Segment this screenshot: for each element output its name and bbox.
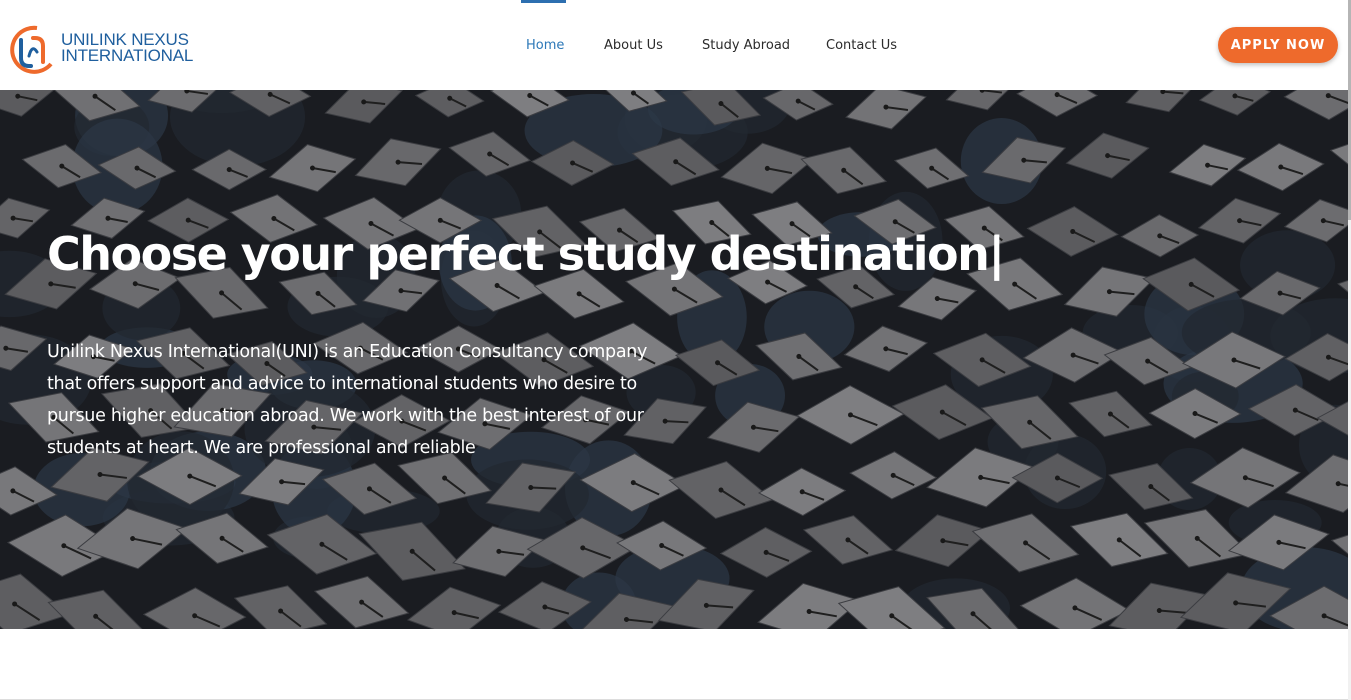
logo-text: UNILINK NEXUS INTERNATIONAL bbox=[61, 31, 194, 65]
hero-section: Choose your perfect study destination| U… bbox=[0, 90, 1348, 629]
nav-item-about-us[interactable]: About Us bbox=[604, 38, 663, 53]
nav-item-study-abroad[interactable]: Study Abroad bbox=[702, 38, 790, 53]
hero-title: Choose your perfect study destination| bbox=[47, 226, 1005, 281]
nav-item-contact-us[interactable]: Contact Us bbox=[826, 38, 897, 53]
logo[interactable]: UNILINK NEXUS INTERNATIONAL bbox=[7, 22, 207, 78]
hero-description: Unilink Nexus International(UNI) is an E… bbox=[47, 341, 648, 458]
nav-item-home[interactable]: Home bbox=[526, 38, 564, 53]
site-header: UNILINK NEXUS INTERNATIONAL Home About U… bbox=[0, 0, 1351, 90]
unilink-logo-mark-icon bbox=[10, 25, 53, 74]
logo-text-line2: INTERNATIONAL bbox=[61, 46, 194, 65]
apply-now-button[interactable]: APPLY NOW bbox=[1218, 27, 1338, 63]
nav-active-indicator bbox=[521, 0, 566, 3]
